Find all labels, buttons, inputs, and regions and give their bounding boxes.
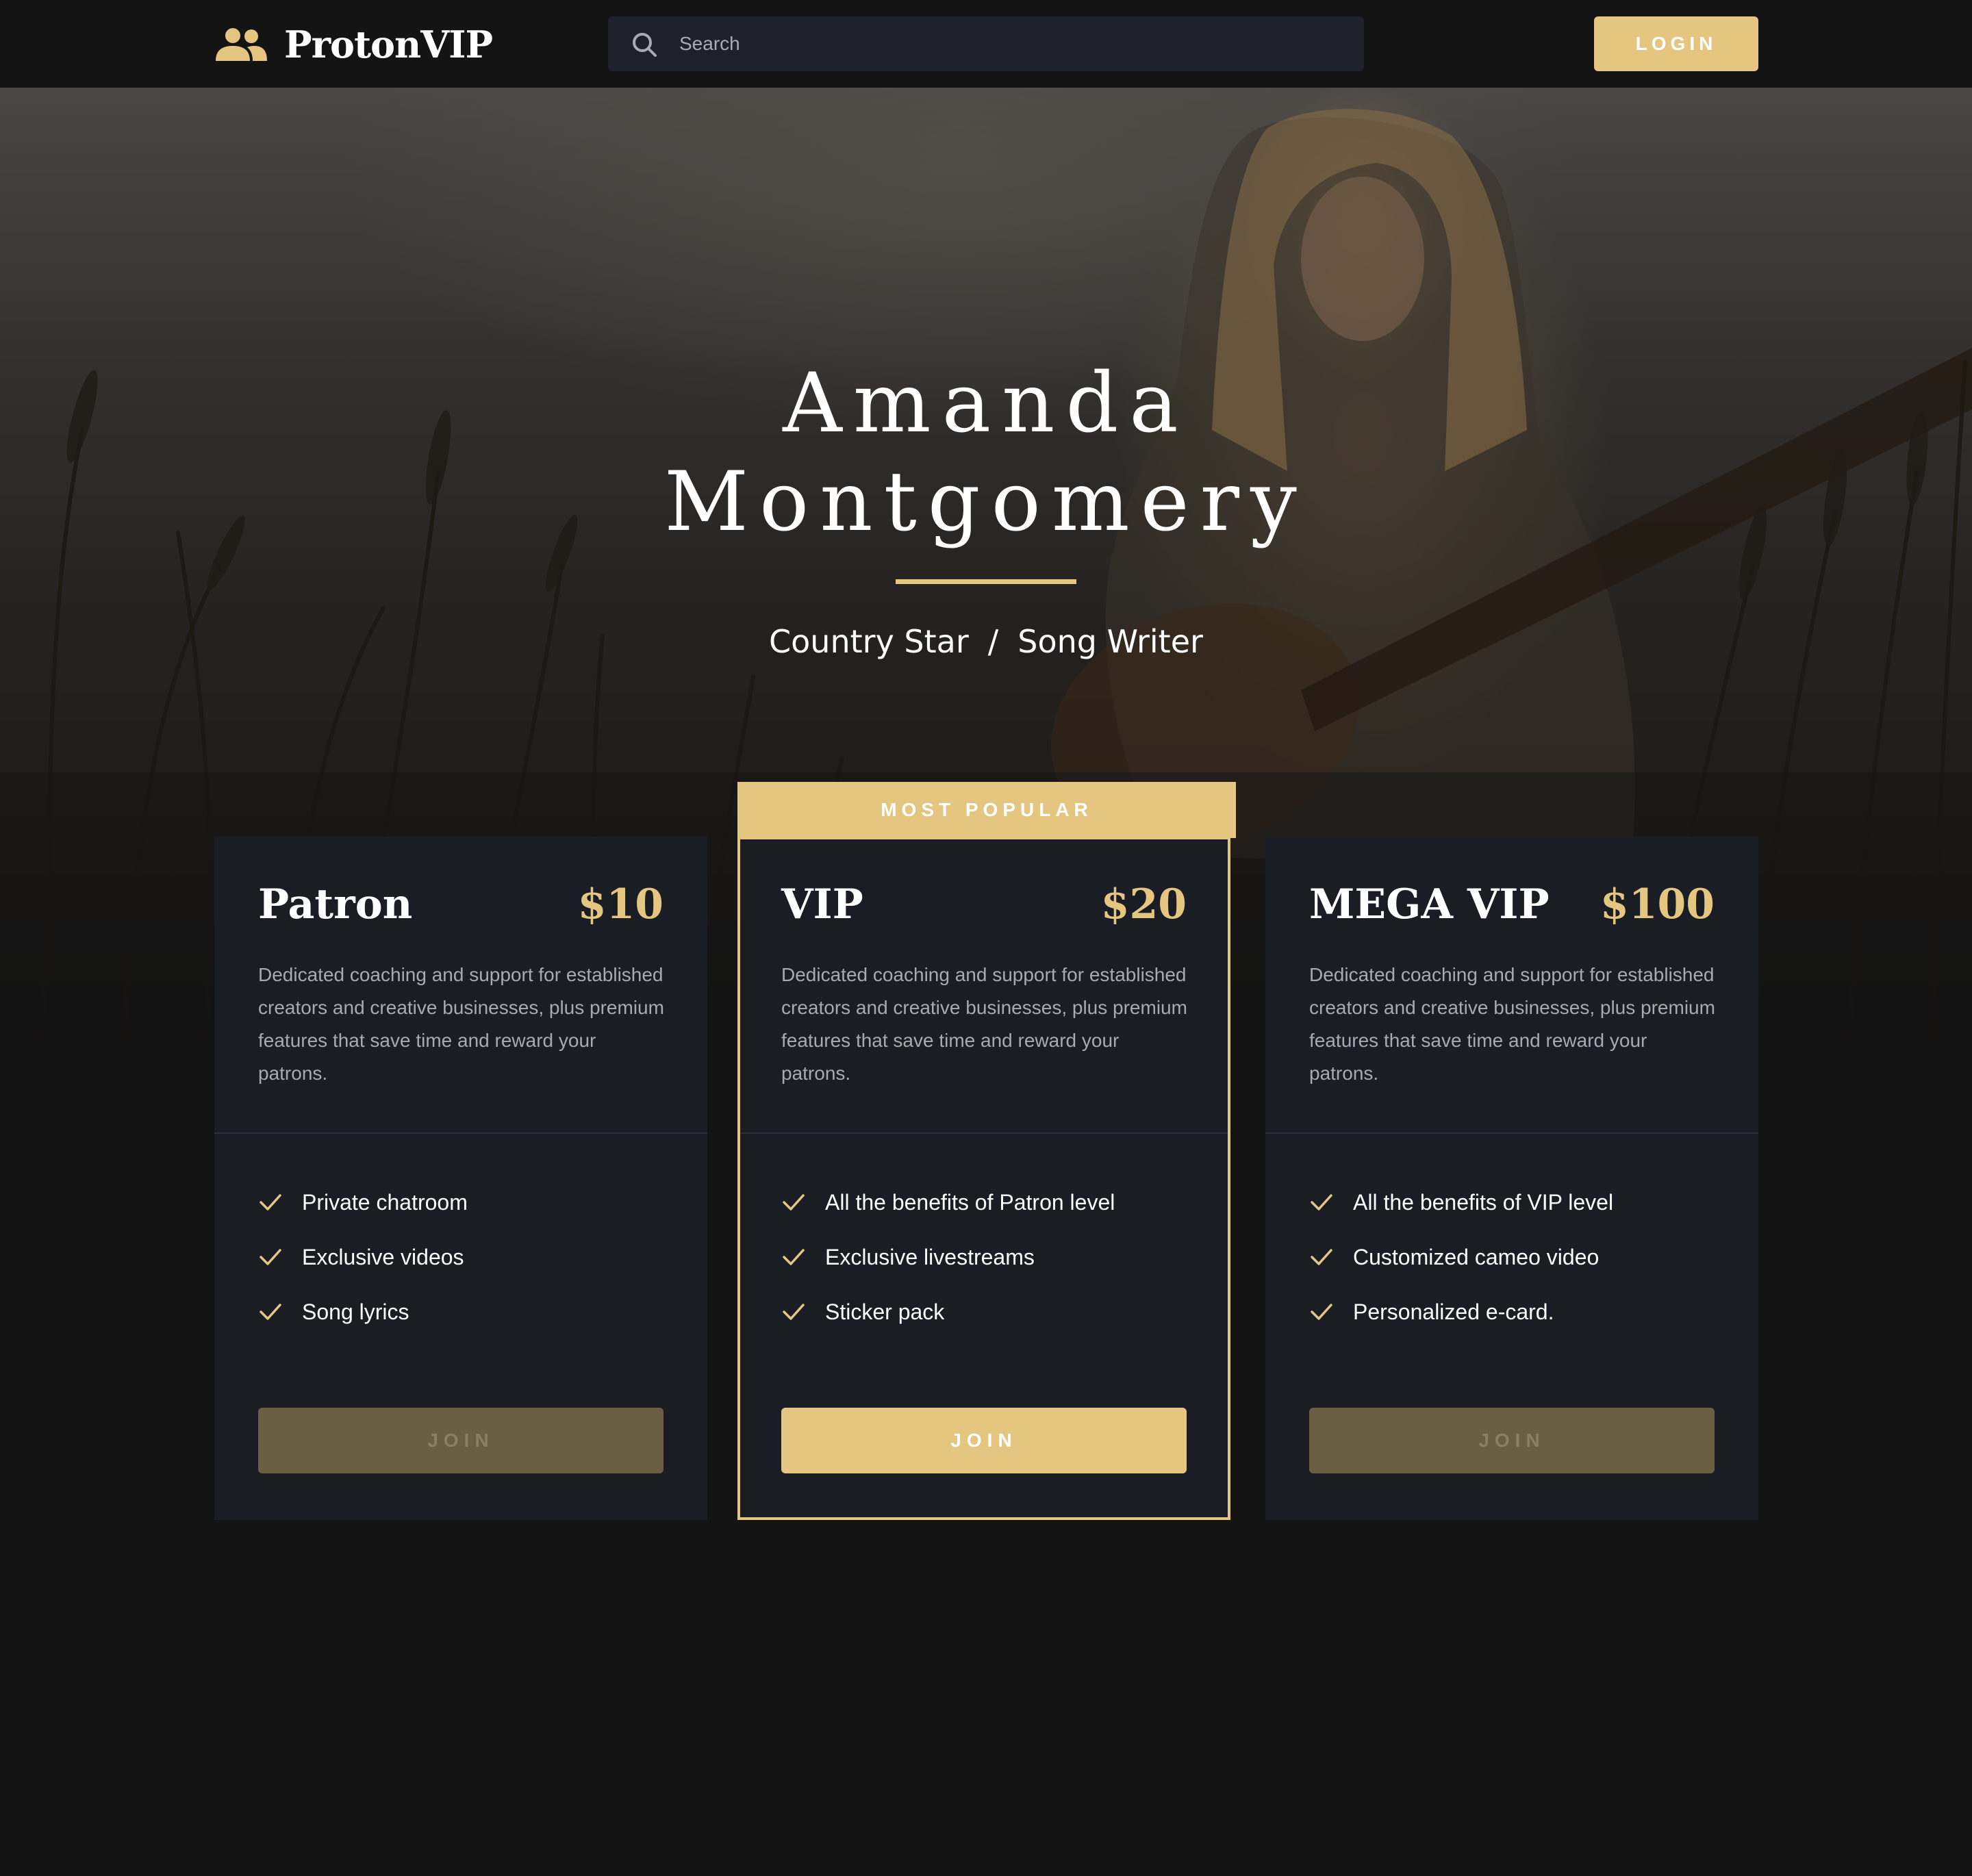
plan-price: $10 [577,880,663,928]
list-item: Song lyrics [258,1284,669,1339]
divider [214,1132,707,1134]
feature-text: Private chatroom [302,1189,468,1215]
plan-card-mega-vip: MEGA VIP $100 Dedicated coaching and sup… [1265,837,1758,1520]
checkmark-icon [1311,1304,1332,1320]
artist-name: Amanda Montgomery [0,355,1972,552]
checkmark-icon [783,1249,805,1265]
feature-list: All the benefits of Patron level Exclusi… [781,1175,1192,1339]
artist-last-name: Montgomery [664,455,1308,550]
brand-logo[interactable]: ProtonVIP [214,21,493,68]
feature-text: Customized cameo video [1353,1244,1600,1269]
top-navigation-bar: ProtonVIP LOGIN [0,0,1972,88]
brand-name: ProtonVIP [284,23,493,66]
feature-text: Exclusive videos [302,1244,464,1269]
list-item: All the benefits of VIP level [1309,1175,1720,1230]
feature-text: All the benefits of VIP level [1353,1189,1614,1215]
join-patron-button[interactable]: JOIN [258,1408,663,1473]
list-item: Exclusive videos [258,1230,669,1284]
most-popular-badge: MOST POPULAR [737,782,1236,838]
role-primary: Country Star [769,623,969,660]
role-separator: / [987,623,999,660]
checkmark-icon [1311,1249,1332,1265]
checkmark-icon [783,1304,805,1320]
plan-name: MEGA VIP [1309,880,1550,928]
plan-description: Dedicated coaching and support for estab… [1309,964,1715,1084]
feature-text: Song lyrics [302,1299,409,1324]
feature-text: Personalized e-card. [1353,1299,1554,1324]
checkmark-icon [260,1249,281,1265]
role-secondary: Song Writer [1017,623,1203,660]
feature-text: All the benefits of Patron level [825,1189,1115,1215]
plan-card-vip: VIP $20 Dedicated coaching and support f… [737,837,1230,1520]
checkmark-icon [783,1194,805,1210]
plan-name: Patron [258,880,413,928]
plan-description: Dedicated coaching and support for estab… [258,964,664,1084]
checkmark-icon [1311,1194,1332,1210]
plan-description: Dedicated coaching and support for estab… [781,964,1187,1084]
people-group-icon [216,28,267,61]
join-vip-button[interactable]: JOIN [781,1408,1187,1473]
plan-card-patron: Patron $10 Dedicated coaching and suppor… [214,837,707,1520]
feature-list: Private chatroom Exclusive videos Song l… [258,1175,669,1339]
list-item: Exclusive livestreams [781,1230,1192,1284]
feature-text: Exclusive livestreams [825,1244,1035,1269]
list-item: Sticker pack [781,1284,1192,1339]
login-button[interactable]: LOGIN [1594,16,1758,71]
title-underline [896,579,1076,584]
checkmark-icon [260,1194,281,1210]
search-icon [633,33,657,57]
divider [740,1132,1228,1134]
list-item: All the benefits of Patron level [781,1175,1192,1230]
artist-roles: Country Star / Song Writer [0,623,1972,660]
list-item: Personalized e-card. [1309,1284,1720,1339]
search-bar[interactable] [608,16,1364,71]
feature-list: All the benefits of VIP level Customized… [1309,1175,1720,1339]
divider [1265,1132,1758,1134]
search-input[interactable] [679,16,1337,71]
plan-price: $20 [1100,880,1187,928]
checkmark-icon [260,1304,281,1320]
plan-name: VIP [781,880,863,928]
list-item: Private chatroom [258,1175,669,1230]
plan-price: $100 [1600,880,1715,928]
feature-text: Sticker pack [825,1299,945,1324]
list-item: Customized cameo video [1309,1230,1720,1284]
artist-first-name: Amanda [783,356,1189,451]
join-mega-vip-button[interactable]: JOIN [1309,1408,1715,1473]
